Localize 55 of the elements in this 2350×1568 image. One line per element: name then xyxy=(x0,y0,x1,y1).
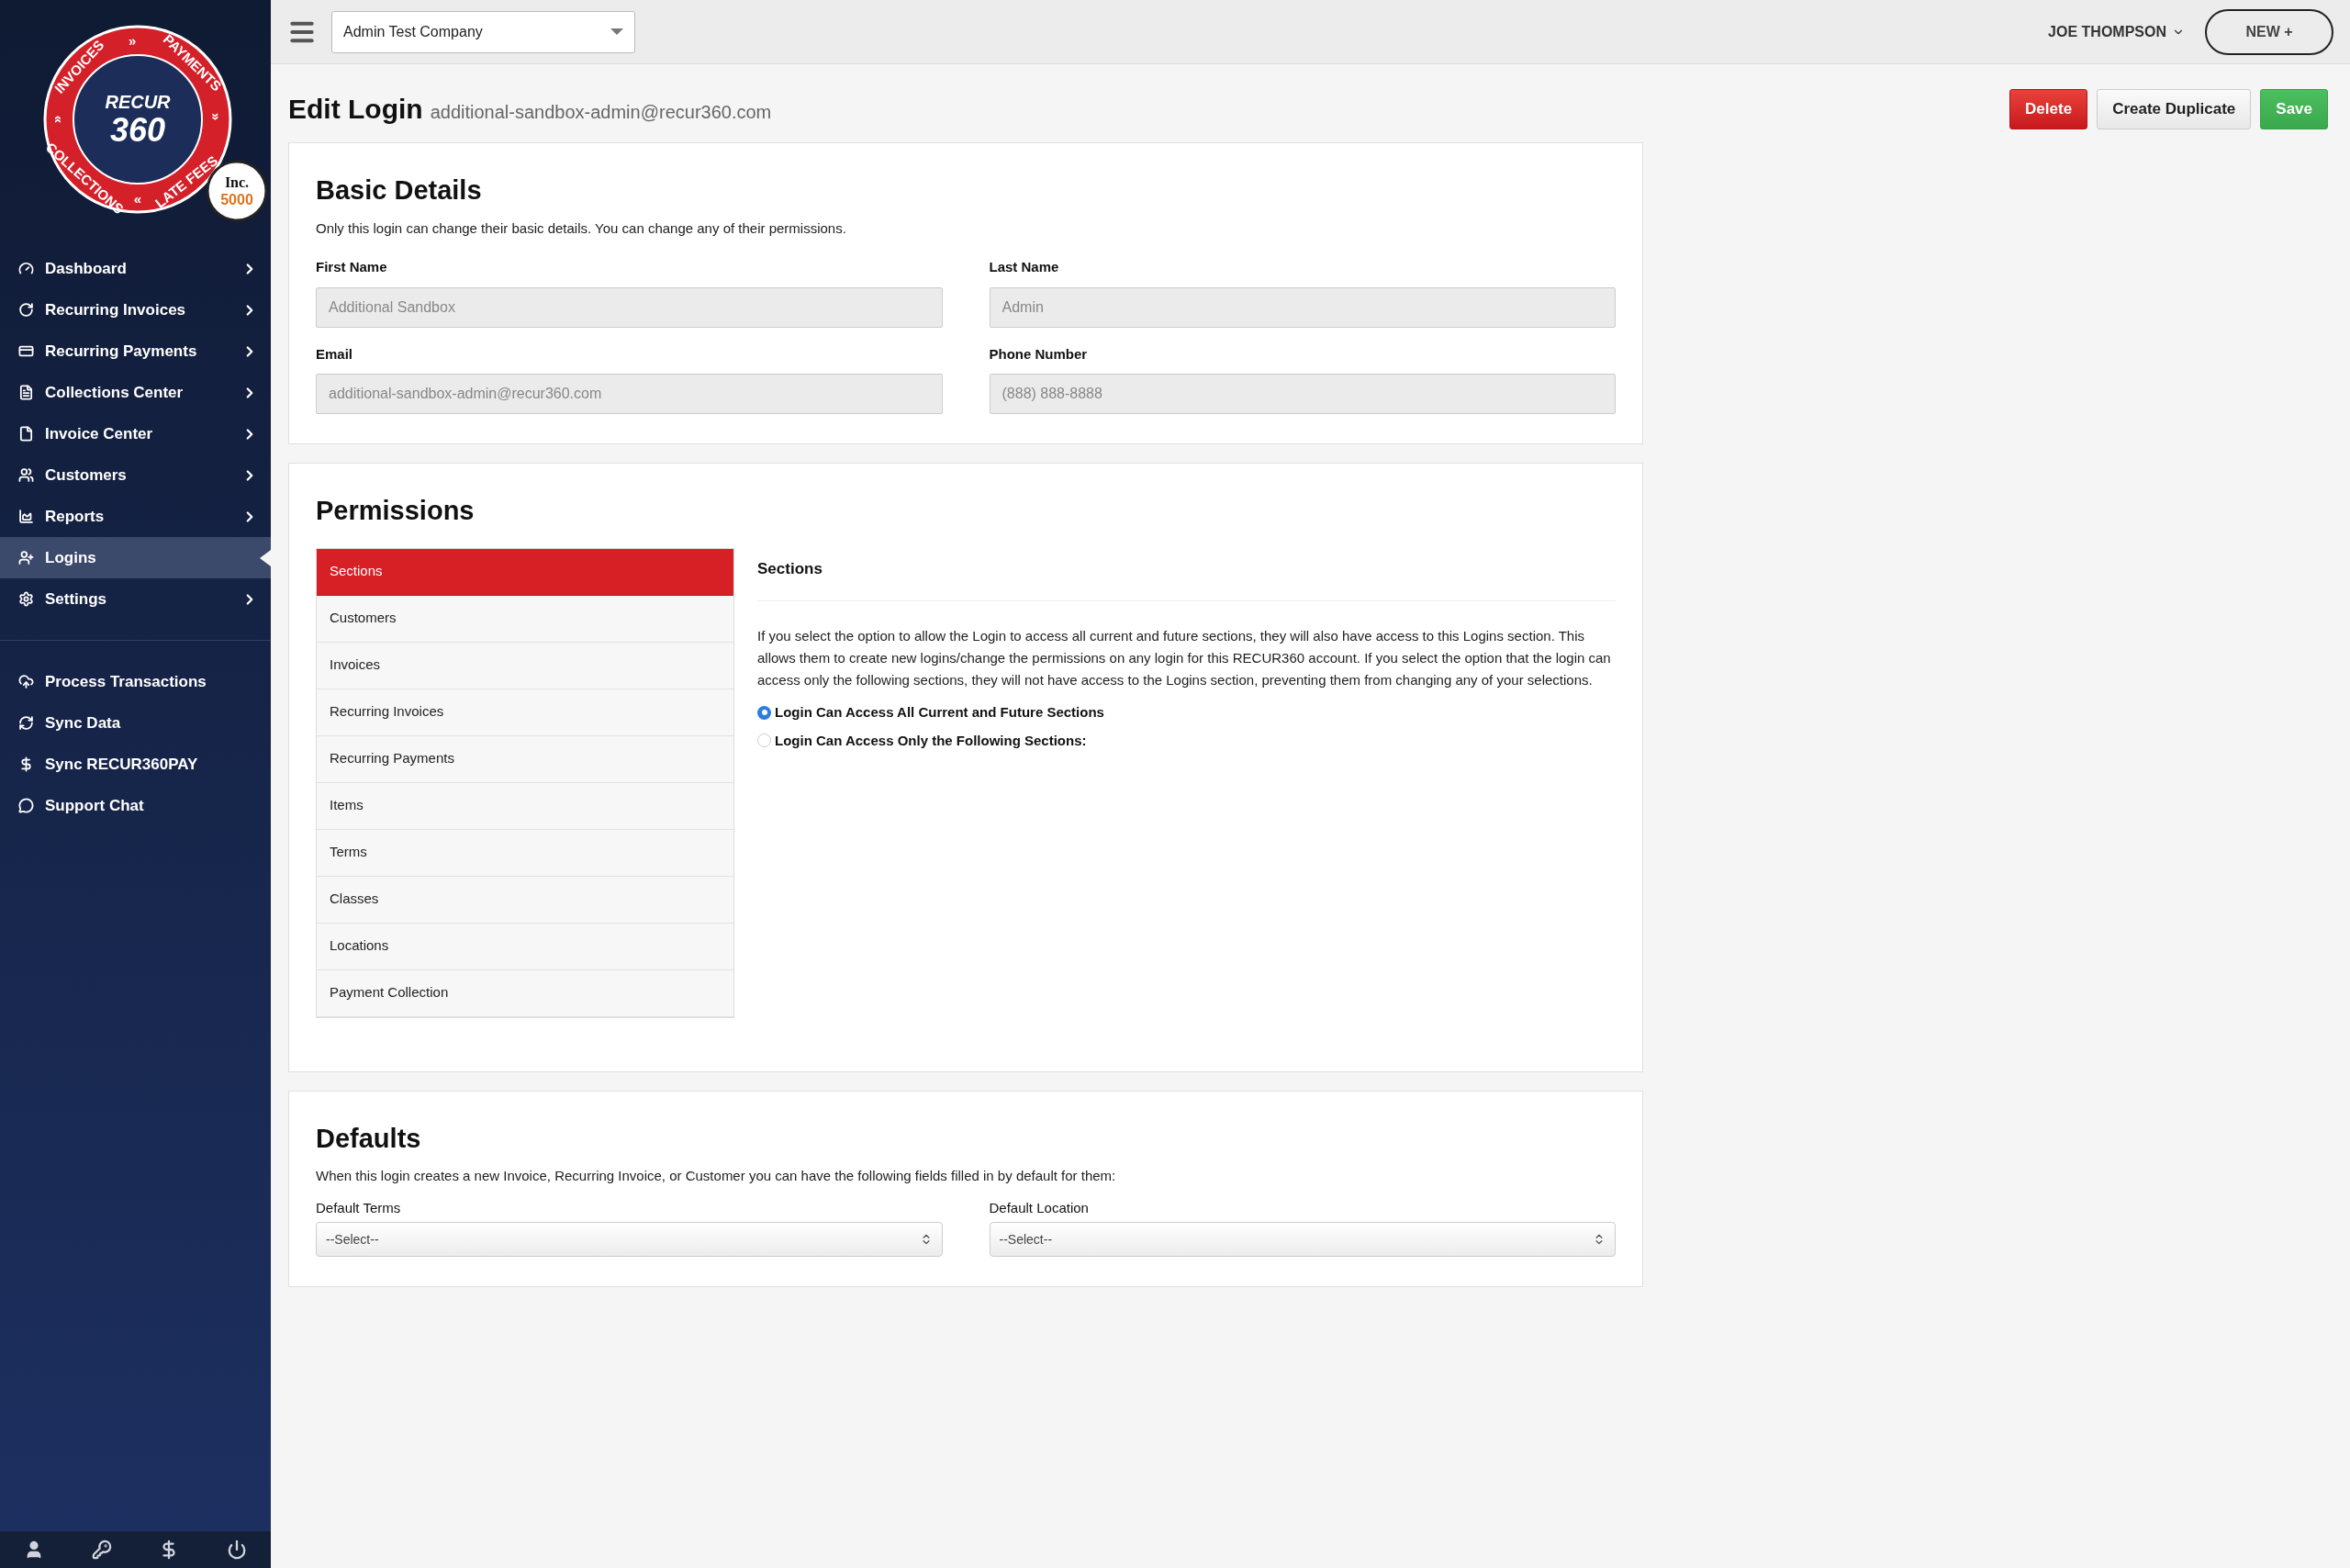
nav-item[interactable]: Dashboard xyxy=(0,248,271,289)
field-label: Last Name xyxy=(989,258,1060,276)
action-button[interactable]: Create Duplicate xyxy=(2097,88,2252,129)
radio-option[interactable]: Login Can Access All Current and Future Sections xyxy=(757,702,1616,723)
utility-item[interactable]: Process Transactions xyxy=(0,661,271,702)
permission-tab[interactable]: Payment Collection xyxy=(317,969,733,1017)
field-label: Email xyxy=(316,344,354,364)
select-field[interactable]: --Select-- xyxy=(989,1222,1616,1257)
permission-tab[interactable]: Sections xyxy=(317,548,733,596)
permission-tab[interactable]: Customers xyxy=(317,595,733,643)
action-button[interactable]: Delete xyxy=(2009,88,2088,129)
permission-tab[interactable]: Terms xyxy=(317,829,733,877)
panel-description: If you select the option to allow the Login to access all current and future sections, they will also have access to this Logins section. This allows them to create new logins/change the permissions on any login for this RECUR360 account. If you select the option that the login can access only the following sections, they will not have access to the Logins section, preventing them from changing any of your selections. xyxy=(757,627,1612,689)
field-label: First Name xyxy=(316,258,388,276)
badge-text: Inc. xyxy=(224,174,250,190)
nav-item[interactable]: Invoice Center xyxy=(0,413,271,454)
field-label: Default Terms xyxy=(316,1198,402,1217)
logo-ring-text: « xyxy=(50,115,67,124)
nav-item[interactable]: Logins xyxy=(0,537,271,578)
section-description: Only this login can change their basic details. You can change any of their permissions. xyxy=(316,218,847,238)
badge-text: 5000 xyxy=(220,192,253,207)
new-button[interactable]: NEW + xyxy=(2205,8,2333,55)
section-title: Permissions xyxy=(316,495,476,527)
select-field[interactable]: --Select-- xyxy=(316,1222,943,1257)
logo-ring-text: » xyxy=(128,32,137,49)
nav-item[interactable]: Collections Center xyxy=(0,372,271,413)
utility-item[interactable]: Sync RECUR360PAY xyxy=(0,744,271,785)
radio-option[interactable]: Login Can Access Only the Following Sections: xyxy=(757,730,1616,751)
permission-tab[interactable]: Recurring Invoices xyxy=(317,689,733,736)
user-menu[interactable]: JOE THOMPSON xyxy=(2048,20,2185,43)
page-subtitle: additional-sandbox-admin@recur360.com xyxy=(430,101,772,124)
utility-item[interactable]: Sync Data xyxy=(0,702,271,744)
permission-tab[interactable]: Locations xyxy=(317,923,733,970)
section-title: Basic Details xyxy=(316,174,483,207)
nav-item[interactable]: Reports xyxy=(0,496,271,537)
field-label: Phone Number xyxy=(989,344,1089,364)
utility-item[interactable]: Support Chat xyxy=(0,785,271,826)
logo-ring-text: « xyxy=(133,190,142,207)
logo-wordmark: RECUR xyxy=(105,92,171,112)
page-title: Edit Login xyxy=(288,93,423,126)
field-label: Default Location xyxy=(989,1198,1090,1217)
logo-ring-text: » xyxy=(208,112,225,121)
logo-wordmark: 360 xyxy=(109,111,166,149)
nav-item[interactable]: Recurring Payments xyxy=(0,330,271,372)
permission-tab[interactable]: Classes xyxy=(317,876,733,924)
nav-item[interactable]: Settings xyxy=(0,578,271,620)
company-select[interactable]: Admin Test Company xyxy=(331,10,635,53)
section-description: When this login creates a new Invoice, Recurring Invoice, or Customer you can have the following fields filled in by default for them: xyxy=(316,1167,1117,1185)
section-title: Defaults xyxy=(316,1122,422,1155)
panel-title: Sections xyxy=(757,556,1616,601)
permission-tab[interactable]: Invoices xyxy=(317,642,733,689)
nav-item[interactable]: Customers xyxy=(0,454,271,496)
permission-tab[interactable]: Recurring Payments xyxy=(317,735,733,783)
permission-tab[interactable]: Items xyxy=(317,782,733,830)
nav-item[interactable]: Recurring Invoices xyxy=(0,289,271,330)
